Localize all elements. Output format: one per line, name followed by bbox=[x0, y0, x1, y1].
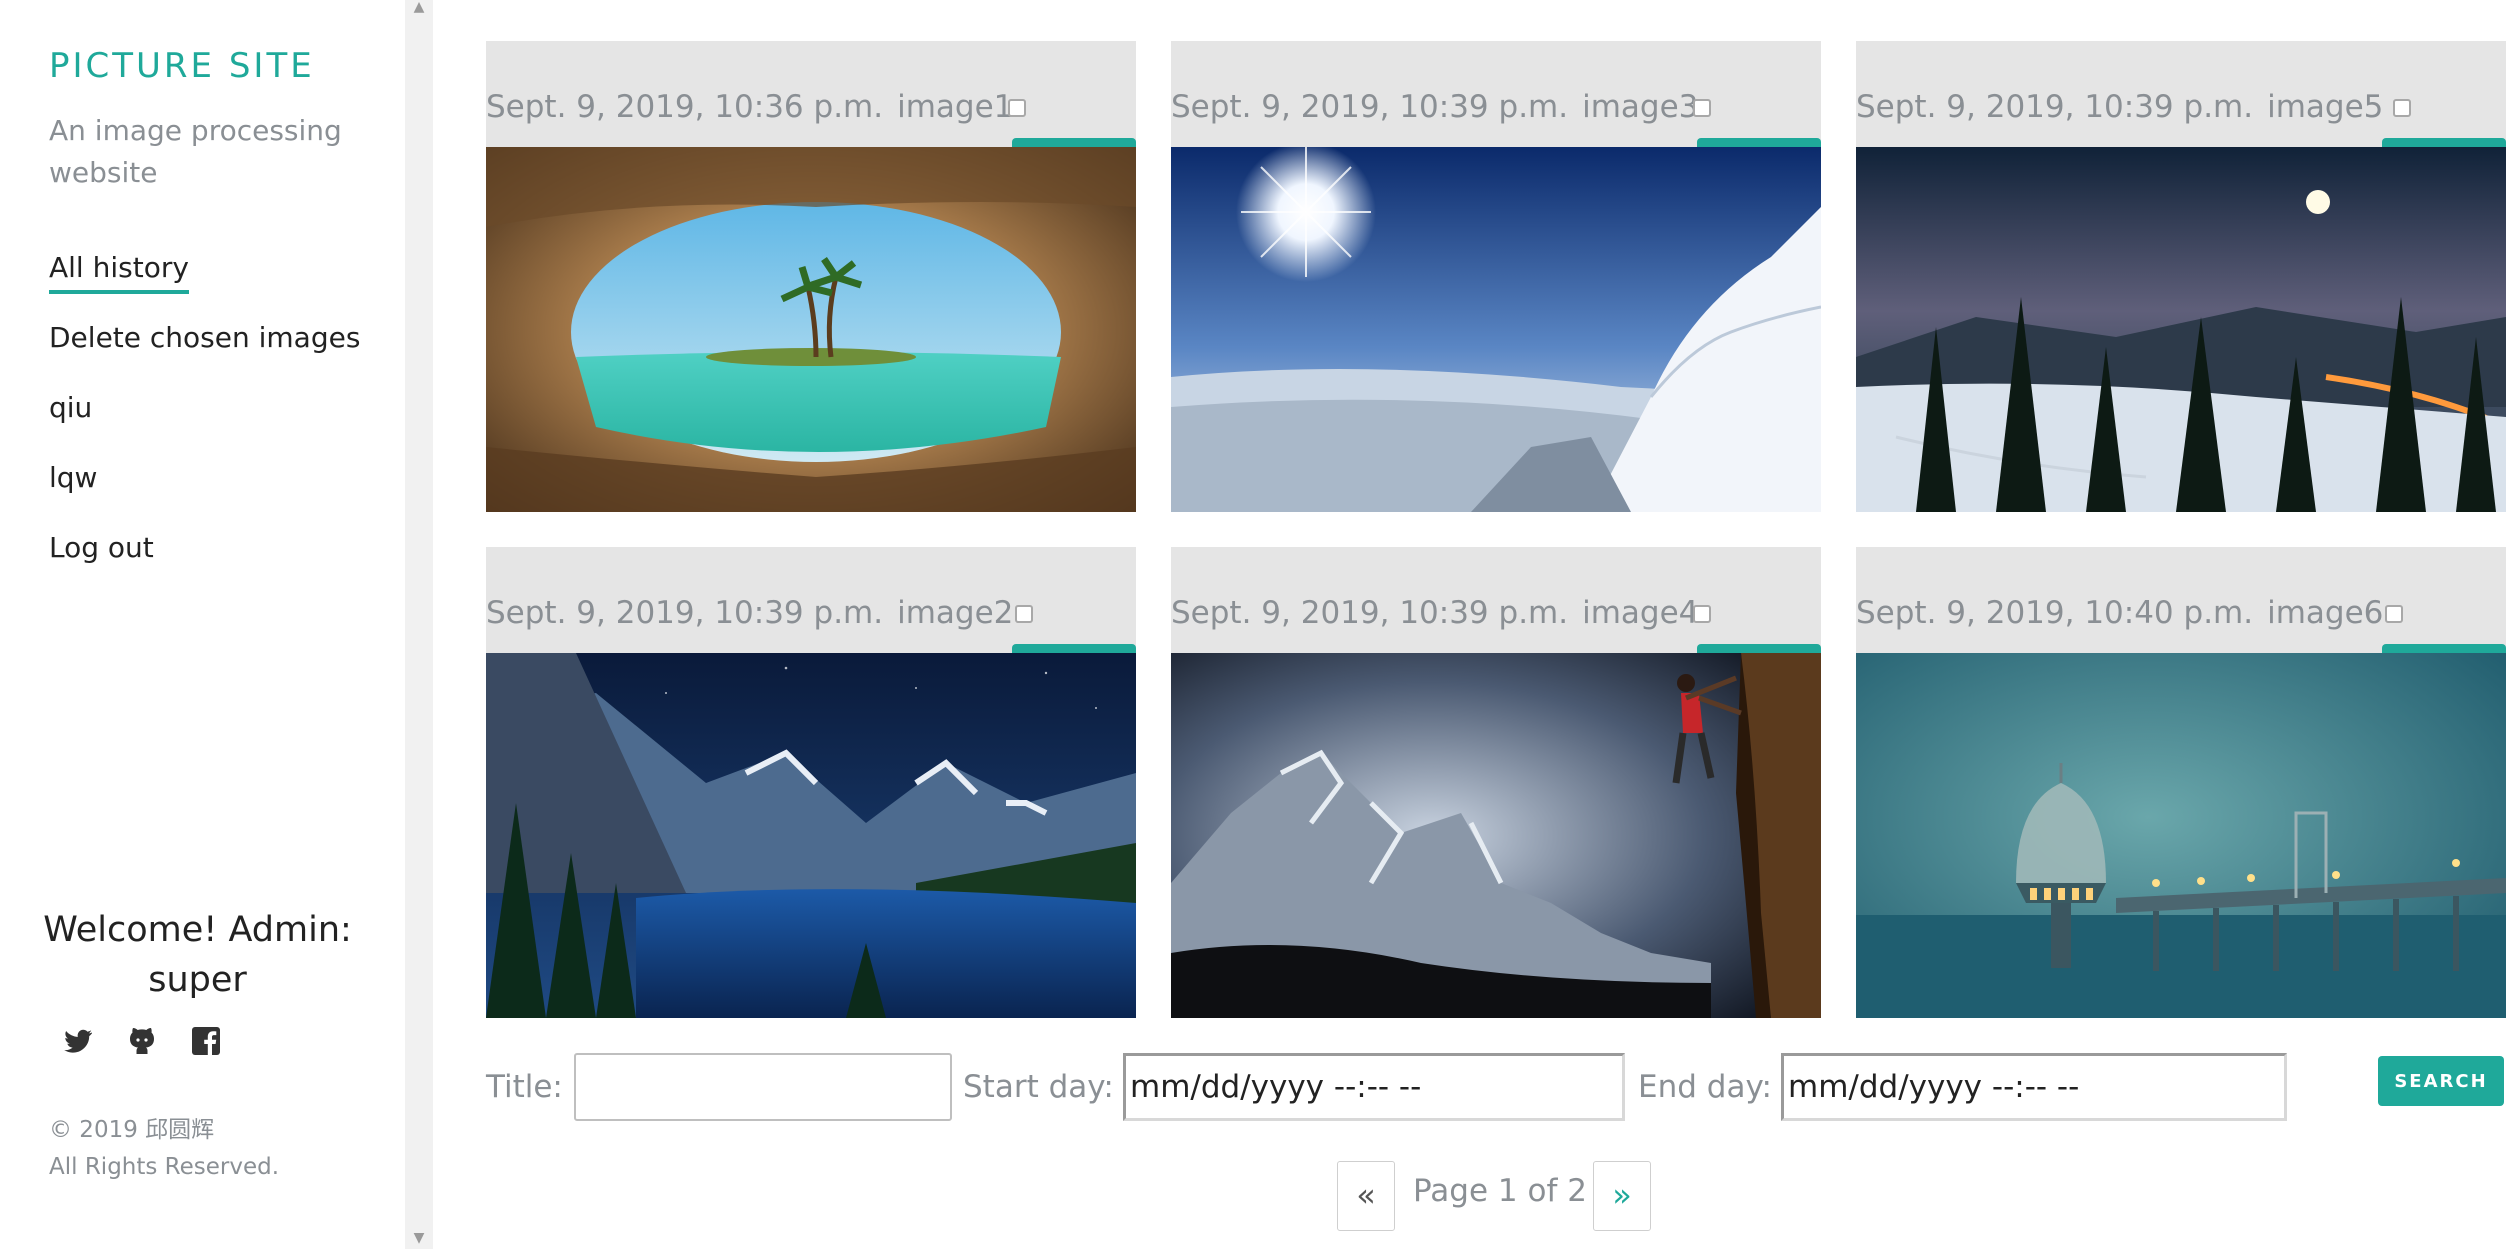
image-card: Sept. 9, 2019, 10:40 p.m.image6 DELETE bbox=[1856, 547, 2506, 1018]
card-name: image6 bbox=[2267, 595, 2384, 631]
card-date: Sept. 9, 2019, 10:39 p.m. bbox=[1171, 89, 1569, 125]
main-content: Sept. 9, 2019, 10:36 p.m.image1 DELETE S… bbox=[433, 0, 2508, 1249]
card-date: Sept. 9, 2019, 10:36 p.m. bbox=[486, 89, 884, 125]
card-date: Sept. 9, 2019, 10:39 p.m. bbox=[1171, 595, 1569, 631]
end-day-input[interactable] bbox=[1781, 1053, 2287, 1121]
select-checkbox[interactable] bbox=[1693, 99, 1711, 117]
previous-page-button[interactable]: « bbox=[1337, 1161, 1395, 1231]
card-date: Sept. 9, 2019, 10:39 p.m. bbox=[486, 595, 884, 631]
github-icon[interactable] bbox=[126, 1025, 158, 1057]
image-card: Sept. 9, 2019, 10:39 p.m.image5 DELETE bbox=[1856, 41, 2506, 512]
card-meta: Sept. 9, 2019, 10:36 p.m. image1 bbox=[486, 89, 1013, 125]
image-card: Sept. 9, 2019, 10:39 p.m.image2 DELETE bbox=[486, 547, 1136, 1018]
select-checkbox[interactable] bbox=[1015, 605, 1033, 623]
card-meta: Sept. 9, 2019, 10:39 p.m. image5 bbox=[1856, 89, 2383, 125]
welcome-message: Welcome! Admin: super bbox=[43, 910, 352, 1000]
card-date: Sept. 9, 2019, 10:40 p.m. bbox=[1856, 595, 2254, 631]
select-checkbox[interactable] bbox=[1008, 99, 1026, 117]
search-button[interactable]: SEARCH bbox=[2378, 1056, 2504, 1106]
start-day-input[interactable] bbox=[1123, 1053, 1625, 1121]
card-image[interactable] bbox=[1171, 653, 1821, 1018]
next-page-button[interactable]: » bbox=[1593, 1161, 1651, 1231]
site-tagline: An image processing website bbox=[49, 114, 342, 189]
facebook-icon[interactable] bbox=[190, 1025, 222, 1057]
nav-user-lqw[interactable]: lqw bbox=[49, 458, 360, 528]
image-card: Sept. 9, 2019, 10:39 p.m.image3 DELETE bbox=[1171, 41, 1821, 512]
card-name: image1 bbox=[897, 89, 1014, 125]
card-name: image5 bbox=[2267, 89, 2384, 125]
card-image[interactable] bbox=[486, 147, 1136, 512]
card-image[interactable] bbox=[1171, 147, 1821, 512]
title-label: Title: bbox=[486, 1069, 563, 1105]
title-input[interactable] bbox=[574, 1053, 952, 1121]
card-image[interactable] bbox=[1856, 653, 2506, 1018]
scroll-up-arrow-icon[interactable]: ▲ bbox=[405, 0, 433, 18]
scrollbar[interactable]: ▲ ▼ bbox=[405, 0, 433, 1249]
nav-delete-chosen-images[interactable]: Delete chosen images bbox=[49, 318, 360, 388]
end-day-label: End day: bbox=[1638, 1069, 1772, 1105]
card-name: image2 bbox=[897, 595, 1014, 631]
nav-log-out[interactable]: Log out bbox=[49, 528, 360, 598]
search-bar: Title: Start day: End day: SEARCH bbox=[433, 1053, 2508, 1123]
card-image[interactable] bbox=[1856, 147, 2506, 512]
card-meta: Sept. 9, 2019, 10:39 p.m. image3 bbox=[1171, 89, 1698, 125]
nav-all-history[interactable]: All history bbox=[49, 248, 360, 318]
social-links bbox=[62, 1025, 222, 1057]
card-name: image3 bbox=[1582, 89, 1699, 125]
card-date: Sept. 9, 2019, 10:39 p.m. bbox=[1856, 89, 2254, 125]
image-card: Sept. 9, 2019, 10:36 p.m.image1 DELETE bbox=[486, 41, 1136, 512]
sidebar: PICTURE SITE An image processing website… bbox=[0, 0, 405, 1249]
nav-user-qiu[interactable]: qiu bbox=[49, 388, 360, 458]
site-brand[interactable]: PICTURE SITE bbox=[49, 46, 315, 86]
card-meta: Sept. 9, 2019, 10:39 p.m. image2 bbox=[486, 595, 1013, 631]
card-meta: Sept. 9, 2019, 10:39 p.m. image4 bbox=[1171, 595, 1698, 631]
start-day-label: Start day: bbox=[963, 1069, 1114, 1105]
page-indicator: Page 1 of 2 bbox=[1413, 1173, 1587, 1209]
card-name: image4 bbox=[1582, 595, 1699, 631]
twitter-icon[interactable] bbox=[62, 1025, 94, 1057]
pagination: « Page 1 of 2 » bbox=[433, 1161, 2508, 1233]
select-checkbox[interactable] bbox=[2385, 605, 2403, 623]
select-checkbox[interactable] bbox=[1693, 605, 1711, 623]
card-image[interactable] bbox=[486, 653, 1136, 1018]
copyright: © 2019 邱圆辉 All Rights Reserved. bbox=[49, 1117, 280, 1180]
scroll-down-arrow-icon[interactable]: ▼ bbox=[405, 1227, 433, 1249]
sidebar-nav: All history Delete chosen images qiu lqw… bbox=[49, 248, 360, 598]
image-card: Sept. 9, 2019, 10:39 p.m.image4 DELETE bbox=[1171, 547, 1821, 1018]
select-checkbox[interactable] bbox=[2393, 99, 2411, 117]
card-meta: Sept. 9, 2019, 10:40 p.m. image6 bbox=[1856, 595, 2383, 631]
